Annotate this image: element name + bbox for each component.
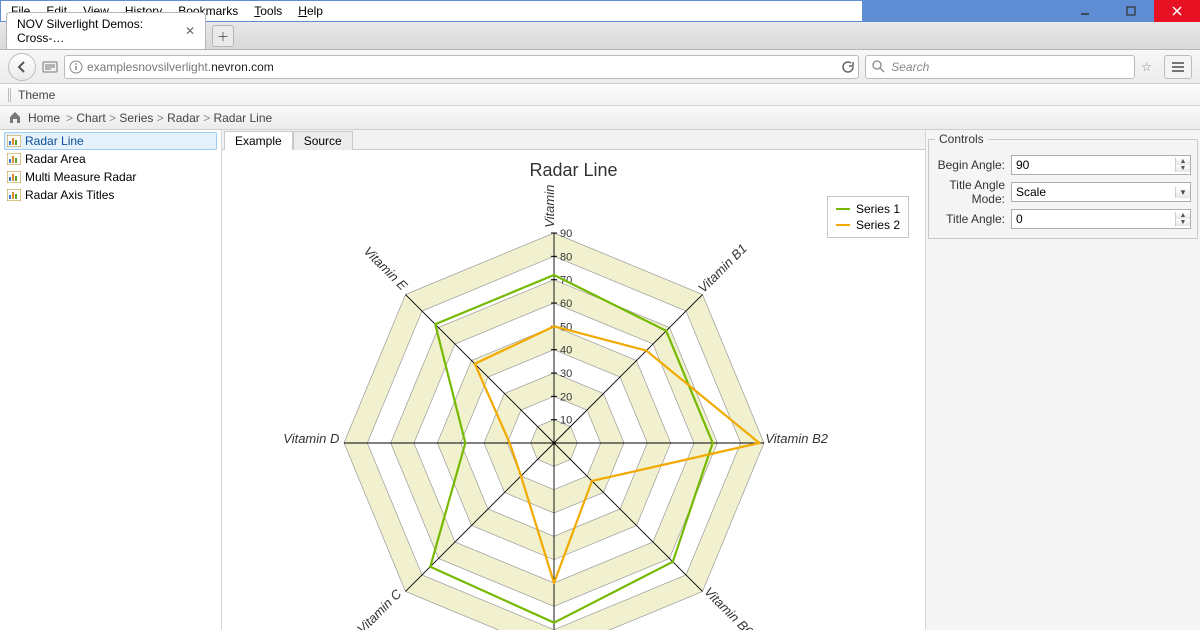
tick-label: 80 (560, 251, 572, 263)
tab-example[interactable]: Example (224, 131, 293, 150)
reload-icon[interactable] (840, 60, 854, 74)
breadcrumb-radar[interactable]: Radar (167, 111, 200, 125)
tick-label: 40 (560, 345, 572, 357)
chart-icon (7, 171, 21, 183)
breadcrumb: Home > Chart > Series > Radar > Radar Li… (0, 106, 1200, 130)
title-angle-mode-select[interactable]: ▾ (1011, 182, 1191, 202)
chart-area: Radar Line 102030405060708090Vitamin AVi… (222, 150, 925, 630)
new-tab-button[interactable]: ＋ (212, 25, 234, 47)
tab-title: NOV Silverlight Demos: Cross-… (17, 17, 177, 45)
browser-tab[interactable]: NOV Silverlight Demos: Cross-… ✕ (6, 12, 206, 49)
begin-angle-input[interactable]: ▲▼ (1011, 155, 1191, 175)
main-panel: Example Source Radar Line 10203040506070… (222, 130, 925, 630)
tick-label: 10 (560, 415, 572, 427)
tick-label: 30 (560, 368, 572, 380)
bookmark-star-icon[interactable]: ☆ (1141, 60, 1152, 74)
legend-item-series2: Series 2 (836, 217, 900, 233)
begin-angle-label: Begin Angle: (935, 158, 1011, 172)
controls-title: Controls (935, 132, 988, 146)
breadcrumb-series[interactable]: Series (119, 111, 153, 125)
chart-icon (7, 189, 21, 201)
menu-help[interactable]: Help (292, 3, 329, 19)
chart-icon (7, 153, 21, 165)
tick-label: 60 (560, 298, 572, 310)
radar-chart: 102030405060708090Vitamin AVitamin B1Vit… (229, 183, 919, 630)
chart-title: Radar Line (228, 160, 919, 181)
nav-back-button[interactable] (8, 53, 36, 81)
tab-source[interactable]: Source (293, 131, 353, 150)
address-bar: examplesnovsilverlight.nevron.com Search… (0, 50, 1200, 84)
home-icon[interactable] (8, 111, 22, 124)
chart-legend: Series 1 Series 2 (827, 196, 909, 238)
axis-label: Vitamin B2 (765, 431, 828, 446)
sidebar-item-radar-area[interactable]: Radar Area (4, 150, 217, 168)
menu-tools[interactable]: Tools (248, 3, 288, 19)
axis-label: Vitamin A (542, 183, 557, 228)
window-buttons (1062, 0, 1200, 22)
axis-label: Vitamin C (354, 586, 405, 630)
breadcrumb-chart[interactable]: Chart (76, 111, 105, 125)
browser-menu-button[interactable] (1164, 55, 1192, 79)
tab-close-icon[interactable]: ✕ (185, 24, 195, 38)
window-minimize-button[interactable] (1062, 0, 1108, 22)
window-maximize-button[interactable] (1108, 0, 1154, 22)
browser-tab-strip: NOV Silverlight Demos: Cross-… ✕ ＋ (0, 22, 1200, 50)
axis-label: Vitamin D (283, 431, 339, 446)
search-icon (872, 60, 885, 73)
controls-fieldset: Controls Begin Angle: ▲▼ Title Angle Mod… (928, 132, 1198, 239)
controls-panel: Controls Begin Angle: ▲▼ Title Angle Mod… (925, 130, 1200, 630)
window-close-button[interactable] (1154, 0, 1200, 22)
tick-label: 90 (560, 228, 572, 240)
sidebar-item-radar-axis-titles[interactable]: Radar Axis Titles (4, 186, 217, 204)
sidebar-item-multi-measure-radar[interactable]: Multi Measure Radar (4, 168, 217, 186)
tick-label: 20 (560, 391, 572, 403)
axis-label: Vitamin B6 (701, 584, 756, 630)
url-text: examplesnovsilverlight.nevron.com (87, 60, 836, 74)
search-field[interactable]: Search (865, 55, 1135, 79)
site-info-icon[interactable] (69, 60, 83, 74)
sidebar-item-radar-line[interactable]: Radar Line (4, 132, 217, 150)
legend-item-series1: Series 1 (836, 201, 900, 217)
title-angle-mode-label: Title Angle Mode: (935, 178, 1011, 206)
theme-label: Theme (18, 88, 55, 102)
axis-label: Vitamin E (360, 243, 410, 293)
url-field[interactable]: examplesnovsilverlight.nevron.com (64, 55, 859, 79)
spinner-icon[interactable]: ▲▼ (1175, 158, 1190, 172)
sidebar: Radar LineRadar AreaMulti Measure RadarR… (0, 130, 222, 630)
chart-icon (7, 135, 21, 147)
reader-icon[interactable] (42, 60, 58, 74)
title-angle-label: Title Angle: (935, 212, 1011, 226)
example-source-tabs: Example Source (222, 130, 925, 150)
chevron-down-icon[interactable]: ▾ (1175, 187, 1190, 198)
breadcrumb-radar-line: Radar Line (213, 111, 272, 125)
axis-label: Vitamin B1 (694, 241, 749, 296)
search-placeholder: Search (891, 60, 929, 74)
content-area: Radar LineRadar AreaMulti Measure RadarR… (0, 130, 1200, 630)
breadcrumb-home[interactable]: Home (28, 111, 60, 125)
title-angle-input[interactable]: ▲▼ (1011, 209, 1191, 229)
spinner-icon[interactable]: ▲▼ (1175, 212, 1190, 226)
theme-toolbar[interactable]: Theme (0, 84, 1200, 106)
